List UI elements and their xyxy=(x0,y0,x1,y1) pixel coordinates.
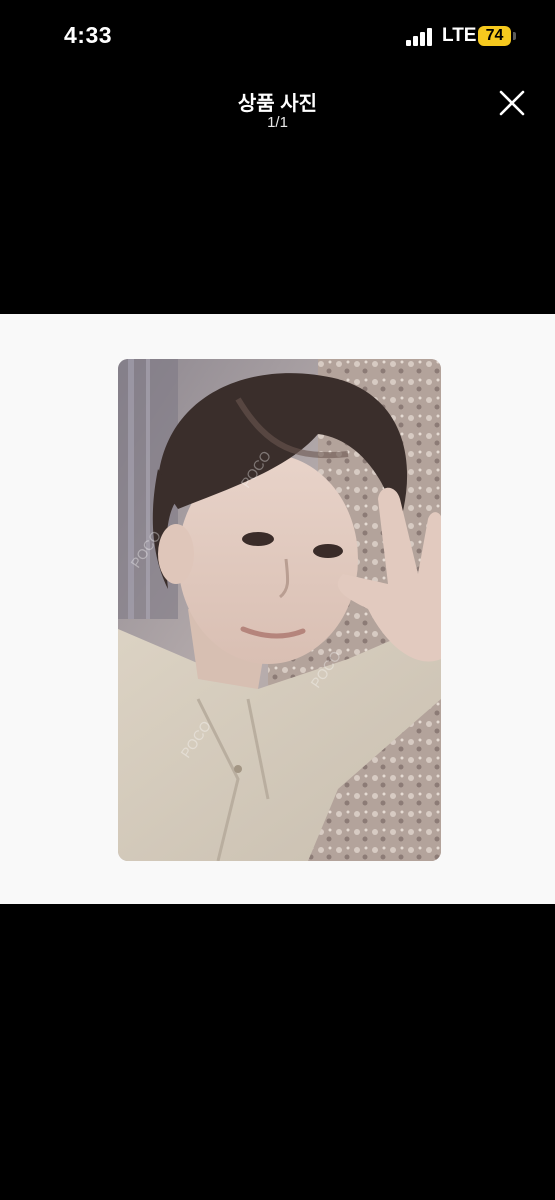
viewer-header: 상품 사진 1/1 xyxy=(0,80,555,140)
network-type: LTE xyxy=(442,25,477,46)
photocard-image: POCO POCO POCO POCO xyxy=(118,359,441,861)
photo-counter: 1/1 xyxy=(267,114,288,131)
status-time: 4:33 xyxy=(64,22,113,48)
close-button[interactable] xyxy=(494,85,530,121)
battery-icon: 74 xyxy=(478,26,511,46)
battery-cap xyxy=(513,32,516,40)
photo-viewer: POCO POCO POCO POCO xyxy=(0,314,555,904)
status-bar: 4:33 LTE 74 xyxy=(0,0,555,72)
close-icon xyxy=(499,90,525,116)
signal-icon xyxy=(406,28,436,46)
page-title: 상품 사진 xyxy=(237,93,318,115)
product-photo[interactable]: POCO POCO POCO POCO xyxy=(118,359,441,861)
